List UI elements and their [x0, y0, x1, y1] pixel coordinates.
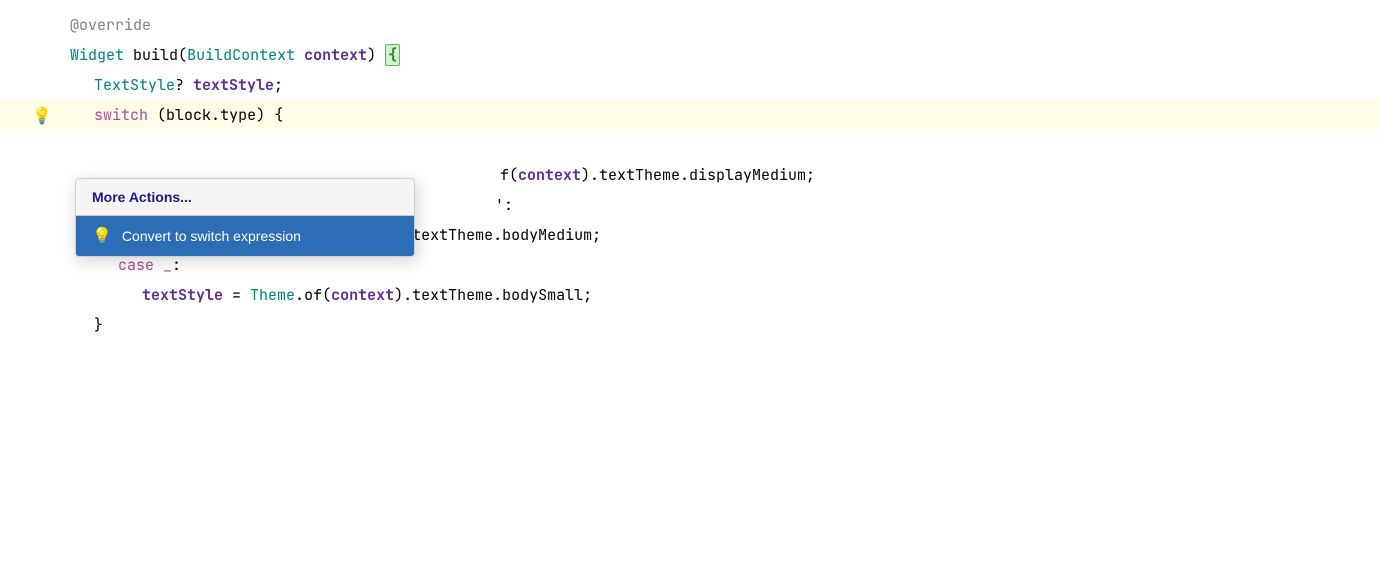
- bulb-icon[interactable]: 💡: [32, 105, 52, 126]
- code-content: @override: [60, 15, 151, 35]
- code-token: ;: [274, 75, 283, 95]
- code-token: context: [304, 45, 367, 65]
- code-token: ).textTheme.: [394, 285, 502, 305]
- code-token: ).textTheme.: [581, 165, 689, 185]
- convert-label: Convert to switch expression: [122, 228, 301, 244]
- context-menu: More Actions... 💡 Convert to switch expr…: [75, 178, 415, 257]
- code-token: context: [518, 165, 581, 185]
- code-token: (: [322, 285, 331, 305]
- code-token: textStyle: [193, 75, 274, 95]
- code-line: }: [0, 310, 1380, 340]
- code-token: Widget: [70, 45, 124, 65]
- code-token: bodyMedium;: [502, 225, 601, 245]
- code-token: =: [223, 285, 250, 305]
- code-token: .: [295, 285, 304, 305]
- code-token-switch: switch: [94, 105, 148, 125]
- convert-to-switch-expression-menu-item[interactable]: 💡 Convert to switch expression: [76, 216, 414, 256]
- code-token: ':: [495, 195, 513, 215]
- code-content: Widget build ( BuildContext context ) {: [60, 44, 400, 66]
- code-token: :: [172, 255, 181, 275]
- code-line: @override: [0, 10, 1380, 40]
- code-token: [124, 45, 133, 65]
- code-token: [295, 45, 304, 65]
- code-line: [0, 130, 1380, 160]
- code-content: TextStyle ? textStyle ;: [60, 75, 283, 95]
- more-actions-label: More Actions...: [92, 189, 192, 205]
- more-actions-menu-item[interactable]: More Actions...: [76, 179, 414, 215]
- bulb-icon: 💡: [92, 226, 112, 246]
- code-token: _: [163, 255, 172, 275]
- code-token: }: [94, 315, 103, 335]
- code-line: textStyle = Theme . of ( context ).textT…: [0, 280, 1380, 310]
- code-token: of: [304, 285, 322, 305]
- code-content: }: [60, 315, 103, 335]
- code-content: case _ :: [60, 255, 181, 275]
- code-token: build: [133, 45, 178, 65]
- code-token: type: [220, 105, 256, 125]
- code-token: TextStyle: [94, 75, 175, 95]
- code-token: {: [385, 44, 400, 66]
- code-token: textStyle: [142, 285, 223, 305]
- code-content: switch ( block . type ) {: [60, 105, 283, 125]
- code-token: ?: [175, 75, 193, 95]
- code-token: ) {: [256, 105, 283, 125]
- code-token: @override: [70, 15, 151, 35]
- code-token: bodySmall;: [502, 285, 592, 305]
- code-area: @override Widget build ( BuildContext co…: [0, 0, 1380, 350]
- line-gutter: 💡: [20, 105, 60, 126]
- code-token: (: [148, 105, 166, 125]
- code-line: Widget build ( BuildContext context ) {: [0, 40, 1380, 70]
- code-token: Theme: [250, 285, 295, 305]
- code-token: BuildContext: [187, 45, 295, 65]
- code-token: block: [166, 105, 211, 125]
- code-token: (: [178, 45, 187, 65]
- code-content: textStyle = Theme . of ( context ).textT…: [60, 285, 592, 305]
- code-line-switch: 💡 switch ( block . type ) {: [0, 100, 1380, 130]
- code-token: [154, 255, 163, 275]
- code-token: f(: [500, 165, 518, 185]
- code-token: ): [367, 45, 385, 65]
- code-editor: @override Widget build ( BuildContext co…: [0, 0, 1380, 584]
- code-token: displayMedium;: [689, 165, 815, 185]
- code-line: TextStyle ? textStyle ;: [0, 70, 1380, 100]
- code-token: case: [118, 255, 154, 275]
- code-token: context: [331, 285, 394, 305]
- code-token: .: [211, 105, 220, 125]
